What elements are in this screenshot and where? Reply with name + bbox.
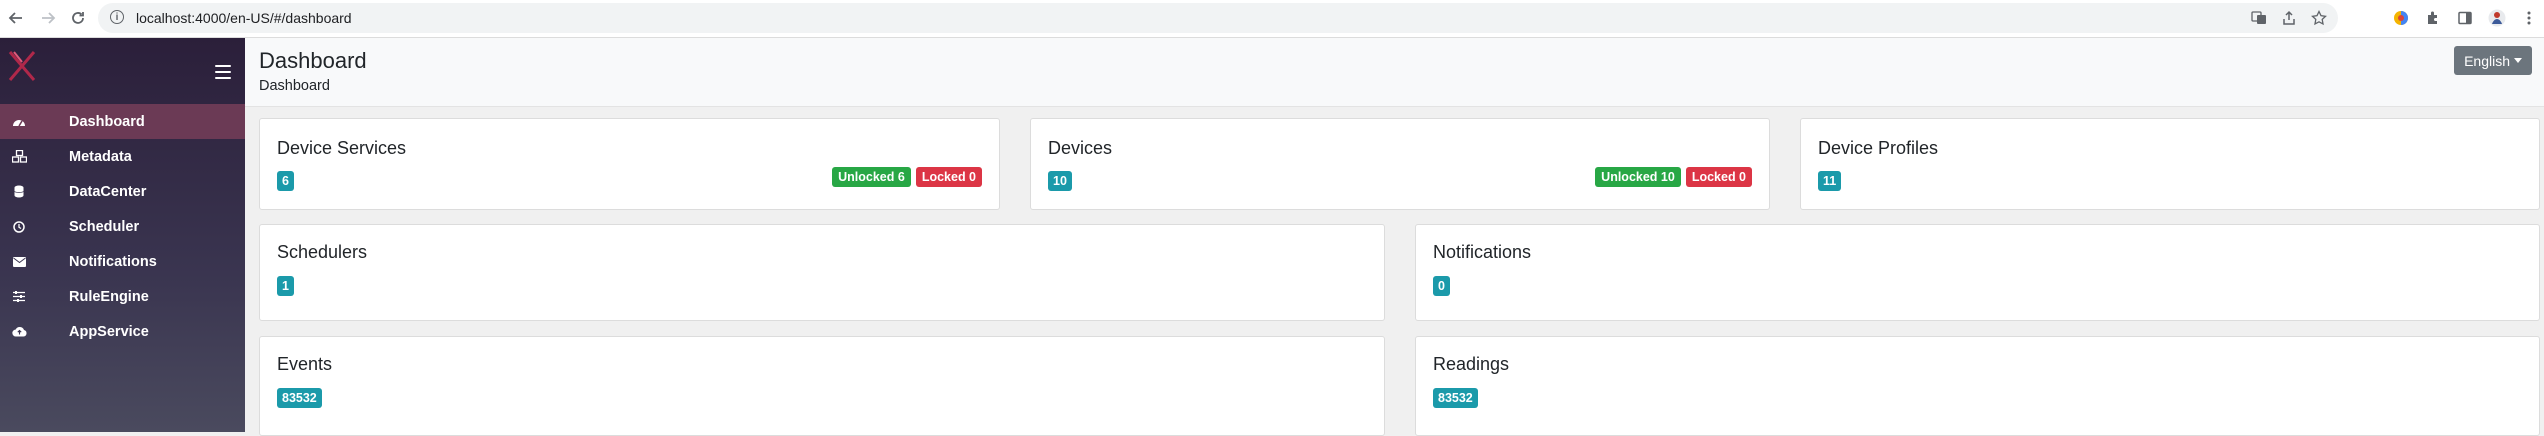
sidebar-item-datacenter[interactable]: DataCenter (0, 174, 245, 209)
locked-badge: Locked 0 (915, 167, 982, 187)
browser-toolbar: i localhost:4000/en-US/#/dashboard (0, 0, 2544, 38)
card-title: Devices (1048, 138, 1113, 158)
sidepanel-icon[interactable] (2456, 9, 2474, 27)
card-notifications[interactable]: Notifications 0 (1415, 224, 2540, 321)
sidebar-item-scheduler[interactable]: Scheduler (0, 209, 245, 244)
card-title: Notifications (1433, 242, 1532, 262)
sidebar-item-notifications[interactable]: Notifications (0, 244, 245, 279)
sidebar: Dashboard Metadata DataCenter Scheduler … (0, 38, 245, 432)
count-badge: 83532 (1433, 388, 1478, 408)
language-dropdown[interactable]: English (2454, 46, 2532, 75)
profile-icon[interactable] (2488, 9, 2506, 27)
card-device-services[interactable]: Device Services 6 Unlocked 6 Locked 0 (259, 118, 1000, 210)
sidebar-item-metadata[interactable]: Metadata (0, 139, 245, 174)
card-device-profiles[interactable]: Device Profiles 11 (1800, 118, 2540, 210)
unlocked-badge: Unlocked 6 (832, 167, 911, 187)
dashboard-gauge-icon (11, 115, 27, 129)
sliders-icon (11, 290, 27, 304)
card-title: Readings (1433, 354, 1510, 374)
count-badge: 1 (277, 276, 294, 296)
cloud-upload-icon (11, 325, 27, 339)
star-icon[interactable] (2310, 9, 2328, 27)
count-badge: 10 (1048, 171, 1072, 191)
menu-toggle-icon[interactable] (215, 65, 231, 79)
card-title: Events (277, 354, 333, 374)
card-title: Device Services (277, 138, 407, 158)
page-header: Dashboard Dashboard English (245, 38, 2544, 107)
extension-colorful-icon[interactable] (2392, 9, 2410, 27)
sidebar-item-appservice[interactable]: AppService (0, 314, 245, 349)
puzzle-icon[interactable] (2424, 9, 2442, 27)
forward-icon[interactable] (36, 6, 60, 30)
reload-icon[interactable] (66, 6, 90, 30)
share-icon[interactable] (2280, 9, 2298, 27)
sidebar-item-label: Notifications (69, 253, 157, 270)
edgex-logo-icon[interactable] (8, 50, 36, 82)
card-devices[interactable]: Devices 10 Unlocked 10 Locked 0 (1030, 118, 1770, 210)
count-badge: 11 (1818, 171, 1842, 191)
sidebar-item-label: Dashboard (69, 113, 145, 130)
page-title: Dashboard (259, 48, 367, 73)
sidebar-item-label: Scheduler (69, 218, 140, 235)
count-badge: 83532 (277, 388, 322, 408)
address-bar[interactable]: i localhost:4000/en-US/#/dashboard (98, 3, 2338, 33)
breadcrumb[interactable]: Dashboard (259, 78, 330, 94)
unlocked-badge: Unlocked 10 (1595, 167, 1681, 187)
locked-badge: Locked 0 (1685, 167, 1752, 187)
card-schedulers[interactable]: Schedulers 1 (259, 224, 1385, 321)
back-icon[interactable] (4, 6, 28, 30)
card-events[interactable]: Events 83532 (259, 336, 1385, 436)
cubes-icon (11, 150, 27, 164)
sidebar-item-label: Metadata (69, 148, 132, 165)
info-icon[interactable]: i (110, 10, 124, 24)
sidebar-menu: Dashboard Metadata DataCenter Scheduler … (0, 104, 245, 349)
clock-icon (11, 220, 27, 234)
card-readings[interactable]: Readings 83532 (1415, 336, 2540, 436)
language-label: English (2464, 52, 2510, 69)
card-title: Device Profiles (1818, 138, 1939, 158)
sidebar-item-ruleengine[interactable]: RuleEngine (0, 279, 245, 314)
sidebar-item-label: AppService (69, 323, 149, 340)
sidebar-item-label: RuleEngine (69, 288, 149, 305)
database-icon (11, 185, 27, 199)
envelope-icon (11, 255, 27, 269)
more-icon[interactable] (2520, 9, 2538, 27)
count-badge: 0 (1433, 276, 1450, 296)
url-text[interactable]: localhost:4000/en-US/#/dashboard (136, 10, 352, 26)
sidebar-item-label: DataCenter (69, 183, 147, 200)
caret-down-icon (2514, 58, 2522, 63)
translate-icon[interactable] (2250, 9, 2268, 27)
sidebar-item-dashboard[interactable]: Dashboard (0, 104, 245, 139)
card-title: Schedulers (277, 242, 368, 262)
count-badge: 6 (277, 171, 294, 191)
